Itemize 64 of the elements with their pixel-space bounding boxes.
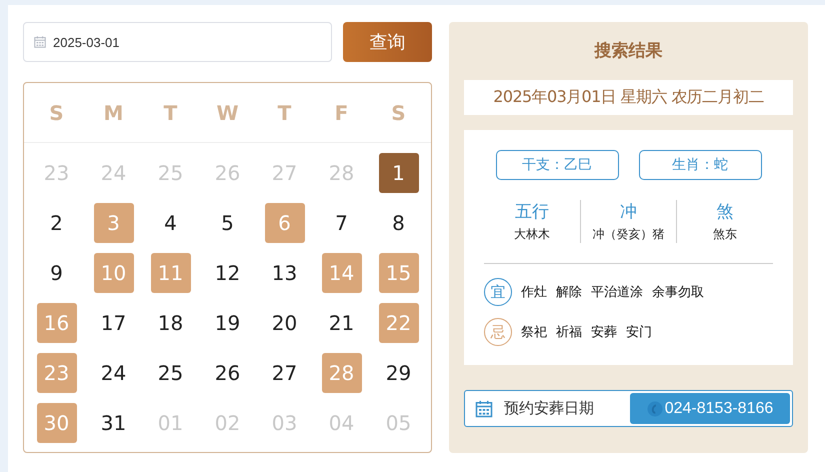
search-button[interactable]: 查询 [343,22,432,62]
phone-button[interactable]: 024-8153-8166 [630,393,790,424]
info-tag: 生肖：蛇 [638,150,762,180]
calendar-day[interactable]: 6 [264,203,304,243]
fact-value: 大林木 [512,226,551,243]
advice-item: 安葬 [591,323,617,341]
calendar-day[interactable]: 10 [94,253,134,293]
weekday-label: T [276,100,292,124]
calendar-day[interactable]: 31 [94,403,134,443]
calendar-day[interactable]: 8 [378,203,418,243]
advice-item: 余事勿取 [652,283,704,301]
calendar-day[interactable]: 19 [208,303,248,343]
fact-value: 冲（癸亥）猪 [592,226,666,243]
advice-item: 祭祀 [521,323,547,341]
calendar-day[interactable]: 26 [208,353,248,393]
weekday-label: S [48,100,65,124]
calendar-day[interactable]: 11 [150,253,190,293]
result-title: 搜索结果 [593,40,664,63]
info-tag: 干支：乙巳 [496,150,618,180]
calendar-day[interactable]: 20 [264,303,304,343]
calendar-day[interactable]: 9 [36,253,76,293]
advice-item: 安门 [626,323,652,341]
calendar-day[interactable]: 18 [150,303,190,343]
calendar-day[interactable]: 29 [378,353,418,393]
calendar-day[interactable]: 16 [36,303,76,343]
weekday-label: S [390,100,407,124]
booking-label: 预约安葬日期 [504,399,595,418]
calendar-day[interactable]: 22 [378,303,418,343]
advice-item: 祈福 [556,323,582,341]
fact-heading: 冲 [619,201,638,223]
calendar-day[interactable]: 17 [94,303,134,343]
calendar-day[interactable]: 7 [322,203,362,243]
calendar-day[interactable]: 23 [36,353,76,393]
calendar-day[interactable]: 24 [94,353,134,393]
weekday-label: W [215,100,240,124]
fact-heading: 五行 [514,201,550,223]
calendar-icon [474,398,494,418]
calendar-day[interactable]: 15 [378,253,418,293]
weekday-label: F [334,100,350,124]
calendar-day[interactable]: 28 [322,353,362,393]
date-field[interactable]: 2025-03-01 [23,22,332,62]
calendar-day[interactable]: 5 [208,203,248,243]
fact-value: 煞东 [712,226,738,243]
fact-heading: 煞 [716,201,735,223]
advice-item: 解除 [556,283,582,301]
calendar-day[interactable]: 2 [36,203,76,243]
advice-badge: 宜 [484,278,512,306]
advice-item: 平治道涂 [591,283,643,301]
weekday-label: T [162,100,178,124]
calendar-day[interactable]: 14 [322,253,362,293]
calendar-day[interactable]: 25 [150,353,190,393]
calendar-day[interactable]: 13 [264,253,304,293]
weekday-label: M [102,100,124,124]
calendar-day[interactable]: 30 [36,403,76,443]
calendar-day[interactable]: 12 [208,253,248,293]
calendar-day[interactable]: 4 [150,203,190,243]
calendar-day[interactable]: 3 [94,203,134,243]
calendar-day[interactable]: 1 [378,153,418,193]
advice-badge: 忌 [484,318,512,346]
result-date: 2025年03月01日 星期六 农历二月初二 [464,80,793,115]
calendar-day[interactable]: 21 [322,303,362,343]
advice-item: 作灶 [521,283,547,301]
calendar-day[interactable]: 27 [264,353,304,393]
phone-icon [646,400,663,416]
